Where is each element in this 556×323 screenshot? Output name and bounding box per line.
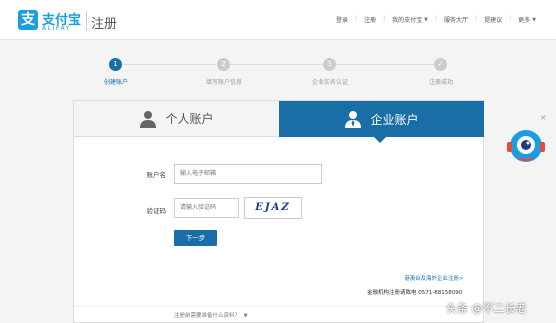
step-2-label: 填写账户信息 (205, 79, 242, 86)
registration-panel: 个人账户 企业账户 账户名 验证码 EJAZ 下一步 港澳台及海外企业注册> 金… (73, 100, 484, 323)
tab-personal-label: 个人账户 (165, 112, 214, 126)
step-4-label: 注册成功 (428, 79, 453, 86)
step-1-label: 创建账户 (103, 79, 128, 86)
logo-divider (86, 11, 87, 31)
step-3-dot: 3 (323, 58, 336, 71)
account-name-input[interactable] (174, 164, 322, 184)
business-user-icon (345, 111, 362, 128)
tab-business[interactable]: 企业账户 (279, 101, 484, 137)
mascot-icon[interactable] (505, 125, 547, 167)
user-icon (140, 110, 157, 128)
top-nav: 登录 | 注册 | 我的支付宝 ▼ | 服务大厅 | 提建议 | 更多 ▼ (336, 15, 536, 24)
active-tab-pointer (374, 137, 386, 143)
account-name-label: 账户名 (146, 171, 167, 179)
step-4-dot: ✓ (434, 58, 447, 71)
chevron-down-icon: ▼ (532, 16, 536, 23)
captcha-input[interactable] (174, 198, 239, 218)
step-3-label: 企业实名认证 (311, 79, 348, 86)
intl-register-link[interactable]: 港澳台及海外企业注册> (404, 274, 464, 282)
chevron-down-icon: ▼ (424, 16, 428, 23)
step-connector (118, 64, 216, 65)
nav-login[interactable]: 登录 (336, 15, 348, 24)
step-1-dot: 1 (109, 58, 122, 71)
alipay-logo-icon[interactable]: 支 (18, 10, 38, 30)
tab-personal[interactable]: 个人账户 (74, 101, 279, 137)
hotline-text: 金融机构注册请致电 0571-88158090 (367, 290, 463, 296)
captcha-label: 验证码 (146, 207, 167, 215)
captcha-image[interactable]: EJAZ (244, 197, 302, 219)
bottom-bar: 注册前需要准备什么资料？ ▼ (74, 306, 483, 322)
step-connector (228, 64, 326, 65)
watermark-text: 头条 @不二长老 (446, 302, 527, 315)
page-title: 注册 (91, 17, 118, 32)
site-header: 支 支付宝 ALIPAY 注册 登录 | 注册 | 我的支付宝 ▼ | 服务大厅 … (0, 0, 556, 40)
step-connector (336, 64, 436, 65)
tab-business-label: 企业账户 (370, 112, 419, 127)
logo-subtext: ALIPAY (42, 25, 71, 32)
nav-more[interactable]: 更多 ▼ (518, 15, 536, 25)
close-icon[interactable]: × (540, 113, 547, 122)
step-2-dot: 2 (217, 58, 230, 71)
preparation-question[interactable]: 注册前需要准备什么资料？ ▼ (174, 311, 248, 319)
progress-steps: 1 2 3 ✓ 创建账户 填写账户信息 企业实名认证 注册成功 (100, 55, 455, 89)
next-step-button[interactable]: 下一步 (174, 230, 217, 246)
nav-register[interactable]: 注册 (364, 15, 376, 24)
nav-service-hall[interactable]: 服务大厅 (444, 15, 468, 24)
nav-my-alipay[interactable]: 我的支付宝 ▼ (392, 15, 428, 25)
nav-feedback[interactable]: 提建议 (484, 15, 502, 24)
chevron-down-icon: ▼ (243, 313, 248, 319)
